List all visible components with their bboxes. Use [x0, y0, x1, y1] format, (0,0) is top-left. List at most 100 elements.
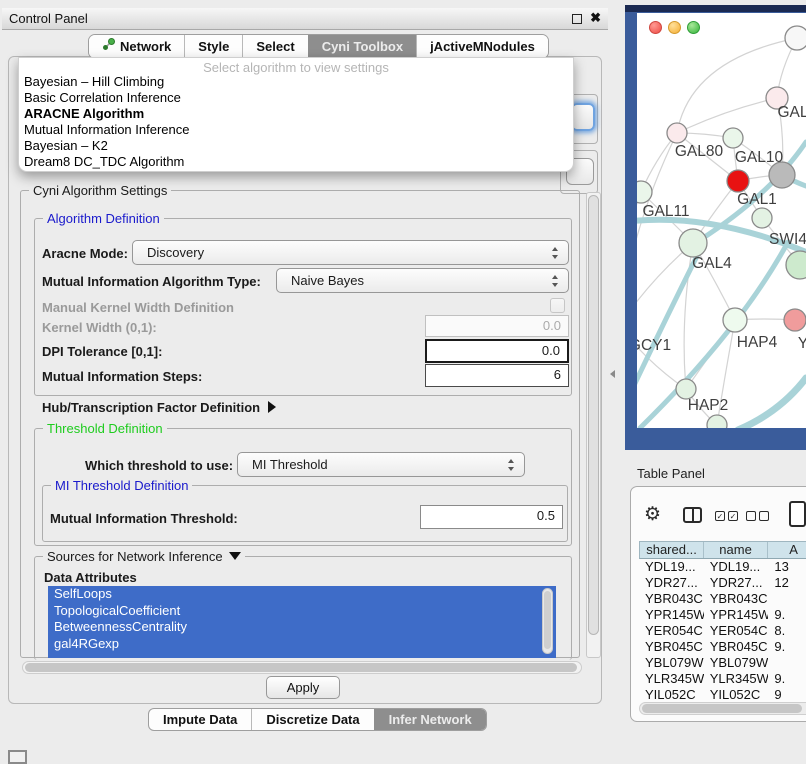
- unchecked-pair-icon[interactable]: [759, 511, 769, 521]
- column-header[interactable]: shared...: [640, 542, 704, 558]
- close-traffic-light-icon[interactable]: [649, 21, 662, 34]
- gear-icon[interactable]: ⚙: [644, 503, 661, 526]
- table-cell: 9.: [768, 671, 806, 687]
- algorithm-option[interactable]: Basic Correlation Inference: [19, 90, 573, 106]
- table-cell: YBL079W: [704, 655, 769, 671]
- attribute-item[interactable]: TopologicalCoefficient: [48, 603, 556, 620]
- settings-horizontal-scrollbar[interactable]: [22, 661, 582, 674]
- table-row[interactable]: YPR145WYPR145W9.: [639, 607, 806, 623]
- sources-title-toggle[interactable]: Sources for Network Inference: [43, 549, 245, 564]
- table-horizontal-scrollbar[interactable]: [639, 702, 806, 715]
- network-graph: GALGAL80GAL10GAL1GAL11SWI4GAL4GCY1HAP4YH…: [637, 13, 806, 428]
- table-cell: YIL052C: [704, 687, 769, 703]
- algorithm-option[interactable]: ARACNE Algorithm: [19, 106, 573, 122]
- scrollbar-thumb[interactable]: [642, 704, 802, 713]
- window-frame-top: [625, 5, 806, 12]
- node-attribute-table[interactable]: shared...nameA YDL19...YDL19...13YDR27..…: [639, 541, 806, 703]
- table-row[interactable]: YLR345WYLR345W9.: [639, 671, 806, 687]
- svg-text:GAL11: GAL11: [642, 203, 689, 220]
- group-title: Threshold Definition: [43, 421, 167, 436]
- split-pane-handle-icon[interactable]: [610, 370, 615, 378]
- table-cell: YLR345W: [639, 671, 704, 687]
- kernel-width-field[interactable]: 0.0: [425, 315, 569, 337]
- table-row[interactable]: YDR27...YDR27...12: [639, 575, 806, 591]
- svg-text:GAL: GAL: [777, 104, 806, 121]
- svg-text:HAP2: HAP2: [688, 397, 729, 414]
- table-cell: YBR043C: [639, 591, 704, 607]
- algorithm-option[interactable]: Bayesian – K2: [19, 138, 573, 154]
- checked-pair-icon[interactable]: ✓: [728, 511, 738, 521]
- group-title: MI Threshold Definition: [51, 478, 192, 493]
- table-cell: YER054C: [639, 623, 704, 639]
- group-title: Cyni Algorithm Settings: [29, 183, 171, 198]
- float-window-icon[interactable]: [572, 14, 582, 24]
- attributes-scrollbar[interactable]: [542, 588, 553, 654]
- table-cell: YBR045C: [704, 639, 769, 655]
- scrollbar-thumb[interactable]: [588, 195, 599, 635]
- bottom-tabs: Impute DataDiscretize DataInfer Network: [148, 708, 487, 731]
- tab-discretize-data[interactable]: Discretize Data: [251, 709, 373, 730]
- data-attributes-list[interactable]: SelfLoopsTopologicalCoefficientBetweenne…: [48, 586, 556, 658]
- mi-threshold-field[interactable]: 0.5: [420, 505, 563, 529]
- minimize-traffic-light-icon[interactable]: [668, 21, 681, 34]
- tab-style[interactable]: Style: [184, 35, 242, 58]
- checked-pair-icon[interactable]: ✓: [715, 511, 725, 521]
- svg-text:SWI4: SWI4: [769, 231, 806, 248]
- table-cell: 9: [768, 687, 806, 703]
- table-row[interactable]: YBR043CYBR043C: [639, 591, 806, 607]
- algorithm-option[interactable]: Bayesian – Hill Climbing: [19, 74, 573, 90]
- table-cell: YDR27...: [639, 575, 704, 591]
- kernel-width-label: Kernel Width (0,1):: [42, 320, 157, 335]
- algorithm-option[interactable]: Mutual Information Inference: [19, 122, 573, 138]
- data-attributes-label: Data Attributes: [44, 570, 137, 585]
- table-row[interactable]: YER054CYER054C8.: [639, 623, 806, 639]
- group-title: Algorithm Definition: [43, 211, 164, 226]
- settings-vertical-scrollbar[interactable]: [586, 192, 601, 658]
- table-row[interactable]: YDL19...YDL19...13: [639, 559, 806, 575]
- column-header[interactable]: name: [704, 542, 768, 558]
- table-cell: 8.: [768, 623, 806, 639]
- attribute-item[interactable]: gal4RGexp: [48, 636, 556, 653]
- tab-label: Cyni Toolbox: [322, 35, 403, 58]
- scrollbar-thumb[interactable]: [544, 591, 551, 649]
- unchecked-pair-icon[interactable]: [746, 511, 756, 521]
- algorithm-option[interactable]: Dream8 DC_TDC Algorithm: [19, 154, 573, 170]
- document-icon[interactable]: [789, 501, 806, 527]
- tab-jactivemnodules[interactable]: jActiveMNodules: [416, 35, 548, 58]
- zoom-traffic-light-icon[interactable]: [687, 21, 700, 34]
- aracne-mode-combobox[interactable]: Discovery: [132, 240, 569, 265]
- attribute-item[interactable]: SelfLoops: [48, 586, 556, 603]
- table-row[interactable]: YBL079WYBL079W: [639, 655, 806, 671]
- network-icon: [102, 35, 115, 58]
- tab-network[interactable]: Network: [89, 35, 184, 58]
- table-cell: YLR345W: [704, 671, 769, 687]
- table-cell: YER054C: [704, 623, 769, 639]
- hub-section-toggle[interactable]: Hub/Transcription Factor Definition: [42, 400, 276, 415]
- collapse-arrow-icon: [229, 552, 241, 560]
- tab-infer-network[interactable]: Infer Network: [374, 709, 486, 730]
- mi-steps-field[interactable]: 6: [425, 364, 569, 387]
- column-header[interactable]: A: [768, 542, 806, 558]
- table-cell: YIL052C: [639, 687, 704, 703]
- svg-text:GAL1: GAL1: [737, 191, 777, 208]
- table-row[interactable]: YIL052CYIL052C9: [639, 687, 806, 703]
- table-panel: ⚙ ✓ ✓ shared...nameA YDL19...YDL19...13Y…: [630, 486, 806, 722]
- tab-cyni-toolbox[interactable]: Cyni Toolbox: [308, 35, 416, 58]
- algorithm-combobox[interactable]: [571, 103, 595, 131]
- scrollbar-thumb[interactable]: [25, 663, 577, 672]
- columns-icon[interactable]: [683, 507, 702, 523]
- tab-impute-data[interactable]: Impute Data: [149, 709, 251, 730]
- tab-select[interactable]: Select: [242, 35, 307, 58]
- which-threshold-combobox[interactable]: MI Threshold: [237, 452, 525, 477]
- dpi-tolerance-field[interactable]: 0.0: [425, 339, 569, 363]
- attribute-item[interactable]: BetweennessCentrality: [48, 619, 556, 636]
- popup-item-list: Bayesian – Hill ClimbingBasic Correlatio…: [19, 74, 573, 170]
- manual-kernel-checkbox[interactable]: [550, 298, 565, 313]
- network-canvas[interactable]: GALGAL80GAL10GAL1GAL11SWI4GAL4GCY1HAP4YH…: [637, 13, 806, 428]
- apply-button[interactable]: Apply: [266, 676, 340, 699]
- table-cell: 12: [768, 575, 806, 591]
- mi-type-label: Mutual Information Algorithm Type:: [42, 274, 261, 289]
- table-row[interactable]: YBR045CYBR045C9.: [639, 639, 806, 655]
- close-icon[interactable]: ✖: [590, 10, 601, 26]
- mi-type-combobox[interactable]: Naive Bayes: [276, 268, 569, 293]
